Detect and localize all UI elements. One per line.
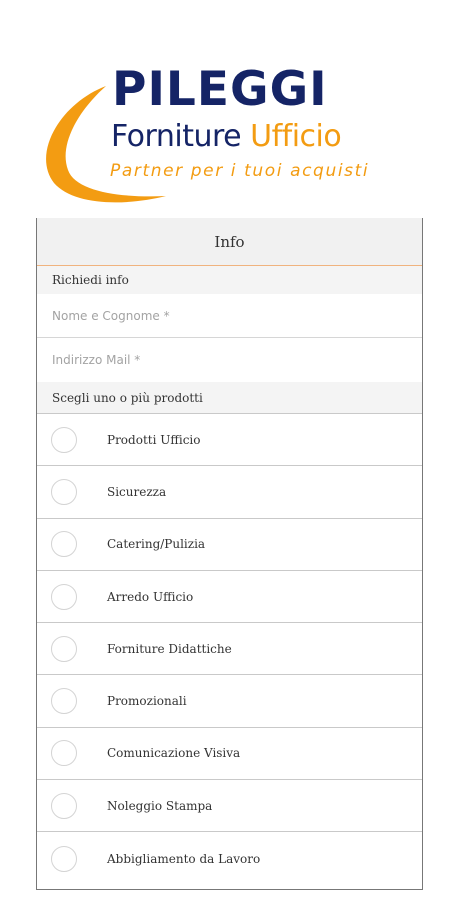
- option-label: Forniture Didattiche: [107, 641, 232, 656]
- options-list: Prodotti Ufficio Sicurezza Catering/Puli…: [37, 414, 422, 885]
- radio-button[interactable]: [51, 635, 77, 662]
- logo-subtitle: Forniture Ufficio: [111, 119, 342, 154]
- option-arredo-ufficio[interactable]: Arredo Ufficio: [37, 571, 422, 624]
- radio-button[interactable]: [51, 426, 77, 453]
- logo-title: PILEGGI: [112, 62, 328, 117]
- info-panel: Info Richiedi info Scegli uno o più prod…: [36, 218, 423, 890]
- radio-button[interactable]: [51, 478, 77, 505]
- option-label: Promozionali: [107, 694, 187, 709]
- section-title: Richiedi info: [52, 273, 129, 287]
- brand-logo: PILEGGI Forniture Ufficio Partner per i …: [36, 58, 396, 208]
- email-field-row: [37, 338, 422, 382]
- option-label: Arredo Ufficio: [107, 589, 194, 604]
- name-field-row: [37, 294, 422, 338]
- option-label: Catering/Pulizia: [107, 537, 206, 552]
- radio-button[interactable]: [51, 740, 77, 767]
- products-title: Scegli uno o più prodotti: [52, 390, 203, 405]
- email-field[interactable]: [52, 353, 422, 367]
- option-catering-pulizia[interactable]: Catering/Pulizia: [37, 519, 422, 571]
- logo-subtitle-part2: Ufficio: [250, 119, 342, 154]
- logo-subtitle-part1: Forniture: [111, 119, 251, 154]
- page-title: Info: [214, 232, 245, 251]
- option-label: Abbigliamento da Lavoro: [107, 851, 261, 866]
- radio-button[interactable]: [51, 531, 77, 558]
- option-label: Prodotti Ufficio: [107, 432, 201, 447]
- option-label: Sicurezza: [107, 484, 167, 499]
- section-request-info: Richiedi info: [37, 266, 422, 294]
- option-sicurezza[interactable]: Sicurezza: [37, 466, 422, 519]
- logo-tagline: Partner per i tuoi acquisti: [110, 161, 370, 181]
- radio-button[interactable]: [51, 688, 77, 715]
- option-label: Noleggio Stampa: [107, 798, 213, 813]
- name-field[interactable]: [52, 308, 422, 323]
- option-label: Comunicazione Visiva: [107, 746, 241, 761]
- option-comunicazione-visiva[interactable]: Comunicazione Visiva: [37, 728, 422, 781]
- option-promozionali[interactable]: Promozionali: [37, 675, 422, 728]
- option-abbigliamento-da-lavoro[interactable]: Abbigliamento da Lavoro: [37, 832, 422, 884]
- option-forniture-didattiche[interactable]: Forniture Didattiche: [37, 623, 422, 676]
- option-prodotti-ufficio[interactable]: Prodotti Ufficio: [37, 414, 422, 467]
- section-products: Scegli uno o più prodotti: [37, 382, 422, 414]
- radio-button[interactable]: [51, 845, 77, 872]
- panel-header: Info: [37, 218, 422, 266]
- radio-button[interactable]: [51, 583, 77, 610]
- option-noleggio-stampa[interactable]: Noleggio Stampa: [37, 780, 422, 833]
- radio-button[interactable]: [51, 792, 77, 819]
